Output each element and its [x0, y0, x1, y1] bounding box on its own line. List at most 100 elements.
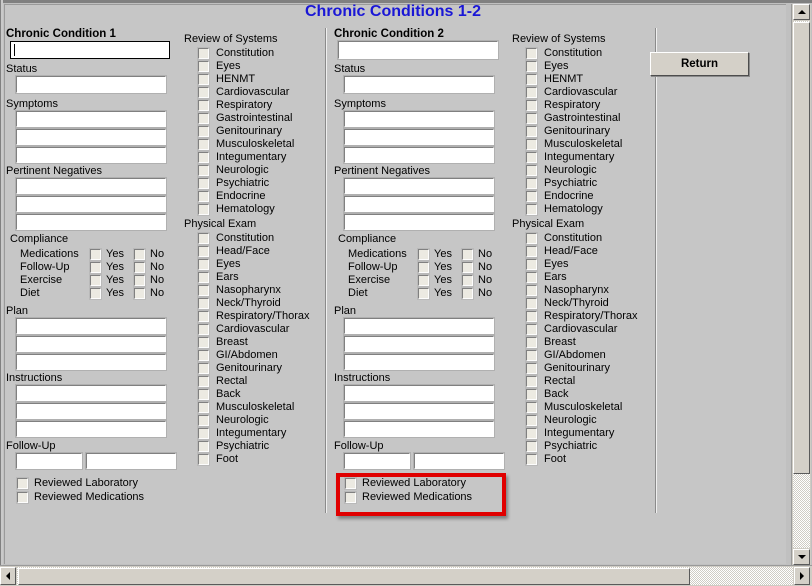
panel-2-pe-checkbox-5[interactable]	[526, 285, 537, 296]
panel-2-symptoms-input-1[interactable]	[343, 110, 495, 128]
panel-2-ros-checkbox-10[interactable]	[526, 165, 537, 176]
panel-2-pe-checkbox-4[interactable]	[526, 272, 537, 283]
panel-2-pe-checkbox-1[interactable]	[526, 233, 537, 244]
panel-2-compliance-3-yes-checkbox[interactable]	[418, 275, 429, 286]
panel-2-follow-up-note-input[interactable]	[413, 452, 505, 470]
panel-1-ros-checkbox-11[interactable]	[198, 178, 209, 189]
panel-1-pe-checkbox-13[interactable]	[198, 389, 209, 400]
panel-2-symptoms-input-2[interactable]	[343, 128, 495, 146]
panel-1-pertinent-negatives-input-3[interactable]	[15, 213, 167, 231]
panel-2-pertinent-negatives-input-1[interactable]	[343, 177, 495, 195]
panel-2-compliance-4-yes-checkbox[interactable]	[418, 288, 429, 299]
panel-2-compliance-2-no-checkbox[interactable]	[462, 262, 473, 273]
vertical-scrollbar-thumb[interactable]	[793, 22, 810, 474]
panel-2-condition-input[interactable]	[337, 40, 499, 60]
panel-2-pe-checkbox-6[interactable]	[526, 298, 537, 309]
panel-1-pe-checkbox-15[interactable]	[198, 415, 209, 426]
panel-1-plan-input-1[interactable]	[15, 317, 167, 335]
panel-1-compliance-3-yes-checkbox[interactable]	[90, 275, 101, 286]
panel-1-reviewed-checkbox-2[interactable]	[17, 492, 28, 503]
panel-1-follow-up-note-input[interactable]	[85, 452, 177, 470]
panel-1-ros-checkbox-1[interactable]	[198, 48, 209, 59]
panel-1-ros-checkbox-3[interactable]	[198, 74, 209, 85]
panel-2-pe-checkbox-10[interactable]	[526, 350, 537, 361]
panel-1-ros-checkbox-5[interactable]	[198, 100, 209, 111]
panel-2-pe-checkbox-11[interactable]	[526, 363, 537, 374]
panel-2-instructions-input-2[interactable]	[343, 402, 495, 420]
horizontal-scrollbar[interactable]	[0, 565, 812, 586]
panel-1-pe-checkbox-17[interactable]	[198, 441, 209, 452]
panel-1-ros-checkbox-10[interactable]	[198, 165, 209, 176]
panel-2-ros-checkbox-1[interactable]	[526, 48, 537, 59]
horizontal-scrollbar-thumb[interactable]	[18, 568, 690, 585]
panel-1-compliance-3-no-checkbox[interactable]	[134, 275, 145, 286]
panel-1-pe-checkbox-5[interactable]	[198, 285, 209, 296]
panel-1-pertinent-negatives-input-1[interactable]	[15, 177, 167, 195]
panel-1-instructions-input-3[interactable]	[15, 420, 167, 438]
panel-2-instructions-input-1[interactable]	[343, 384, 495, 402]
panel-2-ros-checkbox-5[interactable]	[526, 100, 537, 111]
panel-2-plan-input-3[interactable]	[343, 353, 495, 371]
panel-1-pe-checkbox-11[interactable]	[198, 363, 209, 374]
panel-1-compliance-2-no-checkbox[interactable]	[134, 262, 145, 273]
panel-2-pertinent-negatives-input-2[interactable]	[343, 195, 495, 213]
panel-2-ros-checkbox-7[interactable]	[526, 126, 537, 137]
panel-2-compliance-3-no-checkbox[interactable]	[462, 275, 473, 286]
panel-2-instructions-input-3[interactable]	[343, 420, 495, 438]
panel-2-ros-checkbox-8[interactable]	[526, 139, 537, 150]
panel-2-pe-checkbox-16[interactable]	[526, 428, 537, 439]
scroll-left-button[interactable]	[0, 567, 16, 585]
vertical-scrollbar[interactable]	[791, 4, 811, 565]
panel-2-ros-checkbox-2[interactable]	[526, 61, 537, 72]
panel-1-ros-checkbox-8[interactable]	[198, 139, 209, 150]
panel-1-pe-checkbox-14[interactable]	[198, 402, 209, 413]
panel-2-pertinent-negatives-input-3[interactable]	[343, 213, 495, 231]
panel-1-ros-checkbox-12[interactable]	[198, 191, 209, 202]
panel-1-compliance-4-no-checkbox[interactable]	[134, 288, 145, 299]
panel-1-compliance-1-no-checkbox[interactable]	[134, 249, 145, 260]
panel-2-ros-checkbox-4[interactable]	[526, 87, 537, 98]
panel-2-compliance-4-no-checkbox[interactable]	[462, 288, 473, 299]
scroll-up-button[interactable]	[793, 4, 810, 20]
panel-1-condition-input[interactable]	[10, 41, 170, 59]
panel-2-pe-checkbox-15[interactable]	[526, 415, 537, 426]
panel-2-ros-checkbox-6[interactable]	[526, 113, 537, 124]
panel-2-pe-checkbox-17[interactable]	[526, 441, 537, 452]
panel-1-plan-input-3[interactable]	[15, 353, 167, 371]
panel-1-instructions-input-1[interactable]	[15, 384, 167, 402]
panel-2-symptoms-input-3[interactable]	[343, 146, 495, 164]
panel-1-symptoms-input-3[interactable]	[15, 146, 167, 164]
panel-2-ros-checkbox-11[interactable]	[526, 178, 537, 189]
panel-2-pe-checkbox-9[interactable]	[526, 337, 537, 348]
panel-1-pe-checkbox-8[interactable]	[198, 324, 209, 335]
panel-1-compliance-2-yes-checkbox[interactable]	[90, 262, 101, 273]
panel-1-pe-checkbox-1[interactable]	[198, 233, 209, 244]
panel-1-compliance-1-yes-checkbox[interactable]	[90, 249, 101, 260]
panel-2-status-input[interactable]	[343, 75, 495, 94]
panel-2-pe-checkbox-18[interactable]	[526, 454, 537, 465]
panel-1-ros-checkbox-2[interactable]	[198, 61, 209, 72]
panel-2-pe-checkbox-14[interactable]	[526, 402, 537, 413]
panel-2-pe-checkbox-12[interactable]	[526, 376, 537, 387]
panel-1-pe-checkbox-9[interactable]	[198, 337, 209, 348]
panel-1-pe-checkbox-2[interactable]	[198, 246, 209, 257]
panel-1-pe-checkbox-6[interactable]	[198, 298, 209, 309]
panel-2-pe-checkbox-2[interactable]	[526, 246, 537, 257]
panel-2-compliance-2-yes-checkbox[interactable]	[418, 262, 429, 273]
panel-1-pertinent-negatives-input-2[interactable]	[15, 195, 167, 213]
return-button[interactable]: Return	[650, 52, 749, 76]
panel-1-pe-checkbox-18[interactable]	[198, 454, 209, 465]
panel-2-compliance-1-yes-checkbox[interactable]	[418, 249, 429, 260]
panel-1-pe-checkbox-10[interactable]	[198, 350, 209, 361]
panel-2-follow-up-date-input[interactable]	[343, 452, 411, 470]
panel-1-compliance-4-yes-checkbox[interactable]	[90, 288, 101, 299]
panel-2-ros-checkbox-13[interactable]	[526, 204, 537, 215]
panel-1-pe-checkbox-3[interactable]	[198, 259, 209, 270]
panel-2-ros-checkbox-9[interactable]	[526, 152, 537, 163]
panel-1-pe-checkbox-7[interactable]	[198, 311, 209, 322]
scroll-down-button[interactable]	[793, 549, 810, 565]
panel-1-follow-up-date-input[interactable]	[15, 452, 83, 470]
panel-2-ros-checkbox-12[interactable]	[526, 191, 537, 202]
panel-1-instructions-input-2[interactable]	[15, 402, 167, 420]
panel-1-plan-input-2[interactable]	[15, 335, 167, 353]
